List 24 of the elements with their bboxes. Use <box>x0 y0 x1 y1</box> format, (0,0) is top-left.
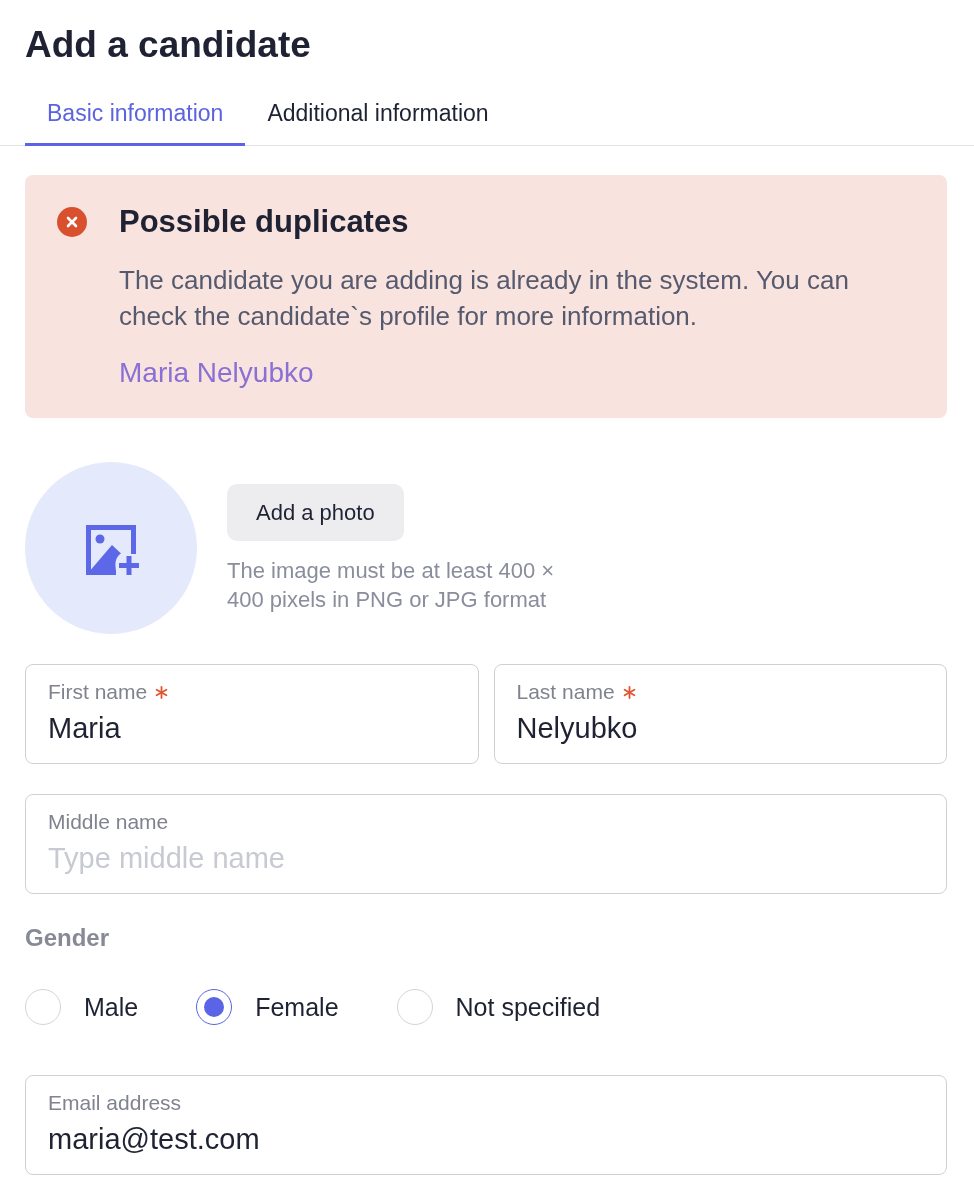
tab[interactable]: Additional information <box>245 80 511 146</box>
field-label: Middle name <box>48 810 169 834</box>
add-photo-button[interactable]: Add a photo <box>227 484 404 541</box>
alert-title: Possible duplicates <box>119 204 409 240</box>
input-field[interactable]: Last name Nelyubko <box>493 664 947 764</box>
photo-hint: The image must be at least 400 × 400 pixels in PNG or JPG format <box>227 557 556 614</box>
input-field[interactable]: Email address maria@test.com <box>25 1075 947 1175</box>
radio-label[interactable]: Male <box>84 992 139 1022</box>
page-title: Add a candidate <box>25 23 311 67</box>
alert-message: The candidate you are adding is already in the system. You can check the candidate`s profile for more information. <box>119 264 850 333</box>
radio-button[interactable] <box>196 989 233 1025</box>
tab[interactable]: Basic information <box>25 80 246 146</box>
image-add-icon[interactable] <box>86 525 140 575</box>
radio-label[interactable]: Female <box>255 992 339 1022</box>
text-input[interactable]: Nelyubko <box>516 711 924 745</box>
text-input[interactable]: Maria <box>48 711 456 745</box>
text-input[interactable]: maria@test.com <box>48 1122 924 1156</box>
field-label: Last name <box>516 680 615 704</box>
error-icon <box>57 207 87 237</box>
input-field[interactable]: First name Maria <box>25 664 479 764</box>
field-label: Email address <box>48 1091 182 1115</box>
gender-label: Gender <box>25 924 110 952</box>
radio-label[interactable]: Not specified <box>455 992 601 1022</box>
field-label: First name <box>48 680 148 704</box>
